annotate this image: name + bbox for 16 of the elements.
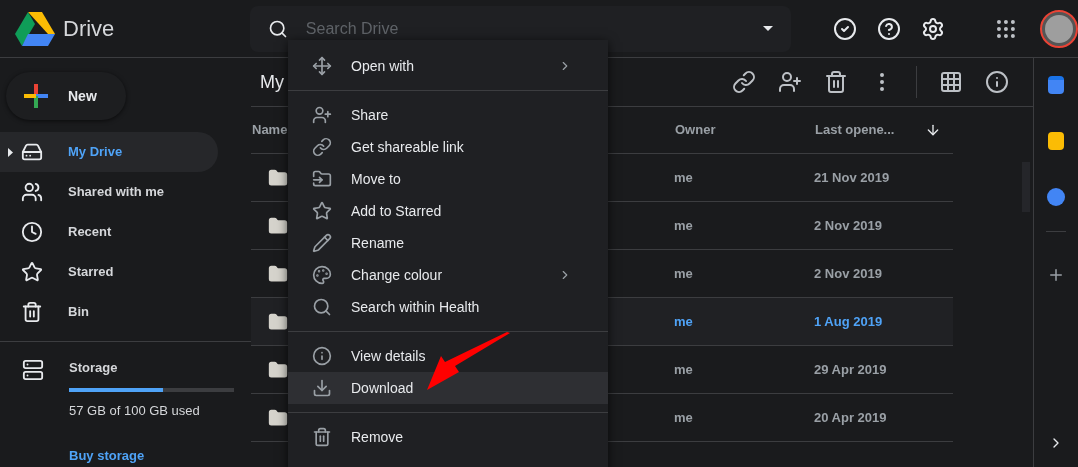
owner-cell-text: me [674, 408, 694, 427]
date-cell-text: 20 Apr 2019 [814, 408, 887, 427]
date-cell-text: 29 Apr 2019 [814, 360, 887, 379]
storage-label: Storage [69, 359, 119, 377]
date-cell-text: 2 Nov 2019 [814, 264, 882, 283]
date-cell-text: 1 Aug 2019 [814, 312, 883, 331]
owner-cell-text: me [674, 216, 694, 235]
storage-usage: 57 GB of 100 GB used [69, 401, 201, 420]
owner-cell-text: me [674, 264, 694, 283]
date-cell-text: 2 Nov 2019 [814, 216, 882, 235]
page-title: My [260, 70, 284, 94]
owner-cell-text: me [674, 360, 694, 379]
owner-cell-text: me [674, 312, 694, 331]
owner-cell-text: me [674, 168, 694, 187]
date-cell-text: 21 Nov 2019 [814, 168, 890, 187]
app-name: Drive [63, 15, 115, 43]
